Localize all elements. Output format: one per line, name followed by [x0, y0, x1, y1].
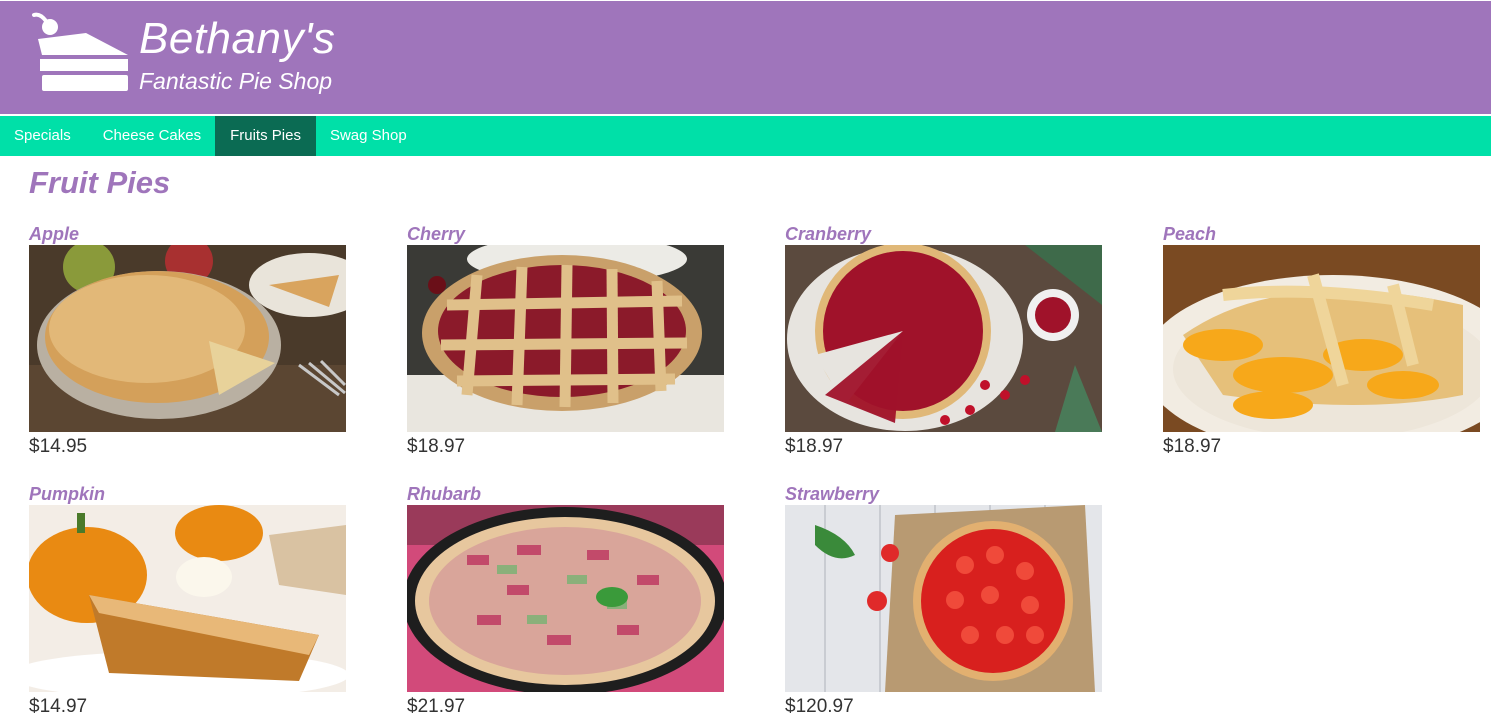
product-name[interactable]: Cherry — [407, 222, 465, 246]
nav-item-fruits-pies[interactable]: Fruits Pies — [215, 116, 316, 156]
site-header: Bethany's Fantastic Pie Shop — [0, 1, 1491, 114]
product-price: $18.97 — [407, 436, 466, 457]
nav-item-swag-shop[interactable]: Swag Shop — [316, 116, 421, 156]
product-name[interactable]: Peach — [1163, 222, 1216, 246]
nav-item-cheese-cakes[interactable]: Cheese Cakes — [89, 116, 215, 156]
brand-name[interactable]: Bethany's — [139, 11, 335, 67]
page-title: Fruit Pies — [29, 165, 171, 200]
main-nav: Specials Cheese Cakes Fruits Pies Swag S… — [0, 116, 1491, 156]
product-price: $18.97 — [785, 436, 844, 457]
product-price: $14.97 — [29, 696, 88, 717]
brand-tagline: Fantastic Pie Shop — [139, 68, 333, 94]
product-name[interactable]: Rhubarb — [407, 482, 481, 506]
pumpkin-pie-photo[interactable] — [29, 505, 346, 692]
cranberry-pie-photo[interactable] — [785, 245, 1102, 432]
product-name[interactable]: Strawberry — [785, 482, 879, 506]
product-name[interactable]: Apple — [29, 222, 79, 246]
nav-item-specials[interactable]: Specials — [0, 116, 89, 156]
strawberry-pie-photo[interactable] — [785, 505, 1102, 692]
cherry-pie-photo[interactable] — [407, 245, 724, 432]
rhubarb-pie-photo[interactable] — [407, 505, 724, 692]
product-price: $18.97 — [1163, 436, 1222, 457]
pie-slice-cherry-icon[interactable] — [28, 11, 132, 95]
product-price: $14.95 — [29, 436, 88, 457]
product-price: $120.97 — [785, 696, 854, 717]
peach-pie-photo[interactable] — [1163, 245, 1480, 432]
product-price: $21.97 — [407, 696, 466, 717]
product-name[interactable]: Pumpkin — [29, 482, 105, 506]
apple-pie-photo[interactable] — [29, 245, 346, 432]
product-name[interactable]: Cranberry — [785, 222, 871, 246]
